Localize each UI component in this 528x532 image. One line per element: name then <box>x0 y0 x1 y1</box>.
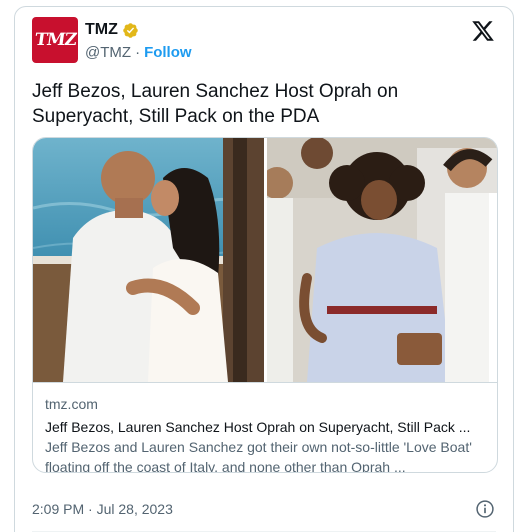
photo-couple-kissing <box>33 138 264 382</box>
handle[interactable]: @TMZ <box>85 44 131 61</box>
link-description: Jeff Bezos and Lauren Sanchez got their … <box>45 439 472 473</box>
separator-dot: · <box>135 44 141 61</box>
tweet-timestamp[interactable]: 2:09 PM · Jul 28, 2023 <box>32 501 173 517</box>
link-preview-media[interactable] <box>33 138 497 382</box>
avatar-logo-text: TMZ <box>33 30 77 50</box>
link-domain: tmz.com <box>45 396 98 412</box>
follow-button[interactable]: Follow <box>144 44 192 61</box>
avatar[interactable]: TMZ <box>32 17 78 63</box>
tweet-text: Jeff Bezos, Lauren Sanchez Host Oprah on… <box>32 81 399 127</box>
verified-badge-icon <box>123 22 138 38</box>
link-preview-card[interactable]: tmz.com Jeff Bezos, Lauren Sanchez Host … <box>32 137 498 473</box>
x-logo-icon[interactable] <box>471 19 495 43</box>
info-icon[interactable] <box>475 499 495 519</box>
link-preview-info[interactable]: tmz.com Jeff Bezos, Lauren Sanchez Host … <box>33 382 497 473</box>
handle-row: @TMZ · Follow <box>85 44 192 61</box>
display-name[interactable]: TMZ <box>85 21 118 39</box>
tweet-embed-card: TMZ TMZ @TMZ · Follow Jeff Bezos, Lauren… <box>14 6 514 532</box>
photo-group-on-deck <box>267 138 497 382</box>
author-name-row: TMZ <box>85 21 139 39</box>
link-title: Jeff Bezos, Lauren Sanchez Host Oprah on… <box>45 419 471 435</box>
